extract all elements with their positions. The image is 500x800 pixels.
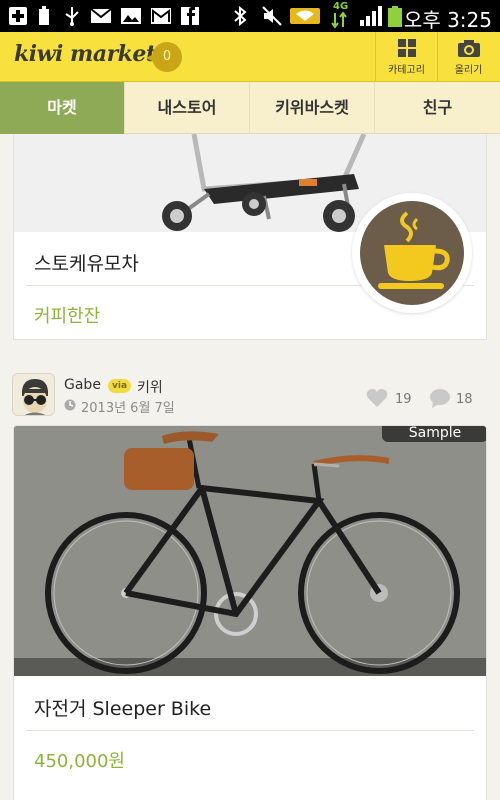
tab-my-store[interactable]: 내스토어	[125, 82, 250, 134]
category-label: 카테고리	[388, 65, 425, 76]
tab-friends[interactable]: 친구	[375, 82, 500, 134]
like-count: 19	[395, 392, 412, 407]
username[interactable]: Gabe	[64, 377, 101, 393]
grid-icon	[397, 39, 416, 57]
bicycle-image	[14, 426, 486, 676]
via-badge: via	[108, 379, 132, 393]
usb-icon	[65, 7, 79, 26]
clock: 오후 3:25	[403, 8, 492, 32]
divider	[26, 730, 474, 731]
gallery-icon	[121, 8, 141, 24]
plus-icon	[9, 7, 27, 25]
comment-icon[interactable]	[429, 388, 451, 408]
via-source[interactable]: 키위	[137, 377, 163, 397]
tab-kiwi-basket[interactable]: 키위바스켓	[250, 82, 375, 134]
battery-icon	[388, 6, 402, 27]
mail-icon	[90, 8, 112, 23]
app-bar: kiwi market 0 카테고리 올리기	[0, 32, 500, 82]
wifi-icon	[290, 8, 320, 24]
product-title[interactable]: 자전거 Sleeper Bike	[34, 694, 211, 721]
tab-market[interactable]: 마켓	[0, 82, 125, 134]
product-card[interactable]: Sample 자전거 Sleeper Bike 450,000원	[13, 425, 487, 800]
coffee-cup-icon	[360, 201, 464, 305]
tab-bar: 마켓 내스토어 키위바스켓 친구	[0, 82, 500, 134]
product-price: 450,000원	[34, 751, 125, 772]
signal-icon	[360, 6, 382, 26]
product-image[interactable]	[14, 426, 486, 676]
comment-count: 18	[456, 392, 473, 407]
facebook-icon	[181, 7, 199, 25]
avatar-image	[13, 374, 54, 415]
gmail-icon	[151, 8, 171, 24]
status-bar: 4G 오후 3:25	[0, 0, 500, 32]
battery-saver-icon	[39, 6, 49, 25]
upload-label: 올리기	[454, 65, 483, 76]
bluetooth-icon	[234, 6, 247, 26]
coffee-badge	[352, 193, 472, 313]
product-price: 커피한잔	[34, 306, 101, 327]
mute-icon	[262, 6, 282, 26]
sample-tag: Sample	[382, 426, 486, 442]
data-transfer-icon	[331, 11, 347, 29]
heart-icon[interactable]	[366, 388, 388, 408]
app-logo[interactable]: kiwi market	[14, 41, 156, 67]
upload-button[interactable]: 올리기	[437, 32, 499, 82]
clock-icon	[64, 399, 76, 411]
category-button[interactable]: 카테고리	[375, 32, 437, 82]
basket-count-badge[interactable]: 0	[146, 42, 182, 72]
camera-icon	[457, 40, 480, 57]
user-avatar[interactable]	[12, 373, 55, 416]
product-title[interactable]: 스토케유모차	[34, 249, 139, 276]
post-date: 2013년 6월 7일	[81, 401, 175, 416]
